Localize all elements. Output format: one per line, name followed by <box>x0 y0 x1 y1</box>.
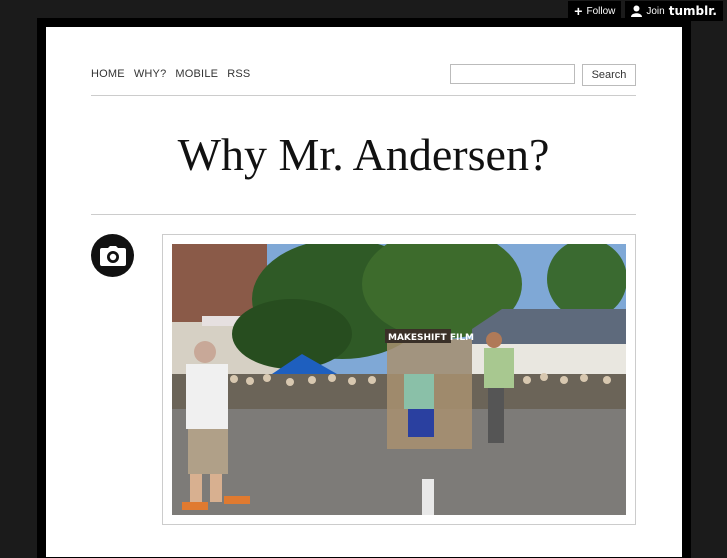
makeshift-sign: MAKESHIFT FILM <box>388 333 474 343</box>
blog-page: HOME WHY? MOBILE RSS Search Why Mr. Ande… <box>46 27 682 557</box>
nav-mobile[interactable]: MOBILE <box>175 68 218 80</box>
nav-why[interactable]: WHY? <box>134 68 167 80</box>
tumblr-logo: tumblr. <box>668 4 717 18</box>
nav-home[interactable]: HOME <box>91 68 125 80</box>
main-nav: HOME WHY? MOBILE RSS <box>91 68 250 80</box>
blog-title[interactable]: Why Mr. Andersen? <box>91 127 636 183</box>
photo-post-badge[interactable] <box>91 234 134 277</box>
join-label: Join <box>646 5 665 17</box>
plus-icon: + <box>574 3 583 19</box>
search-input[interactable] <box>450 64 575 84</box>
parade-photo: MAKESHIFT FILM <box>172 244 626 515</box>
nav-rss[interactable]: RSS <box>227 68 250 80</box>
follow-label: Follow <box>586 5 616 17</box>
post-photo[interactable]: MAKESHIFT FILM <box>172 244 626 515</box>
title-divider <box>91 214 636 215</box>
search-button[interactable]: Search <box>582 64 636 86</box>
nav-divider <box>91 95 636 96</box>
photo-post: MAKESHIFT FILM <box>162 234 636 525</box>
camera-icon <box>99 245 126 266</box>
user-icon <box>631 5 643 17</box>
